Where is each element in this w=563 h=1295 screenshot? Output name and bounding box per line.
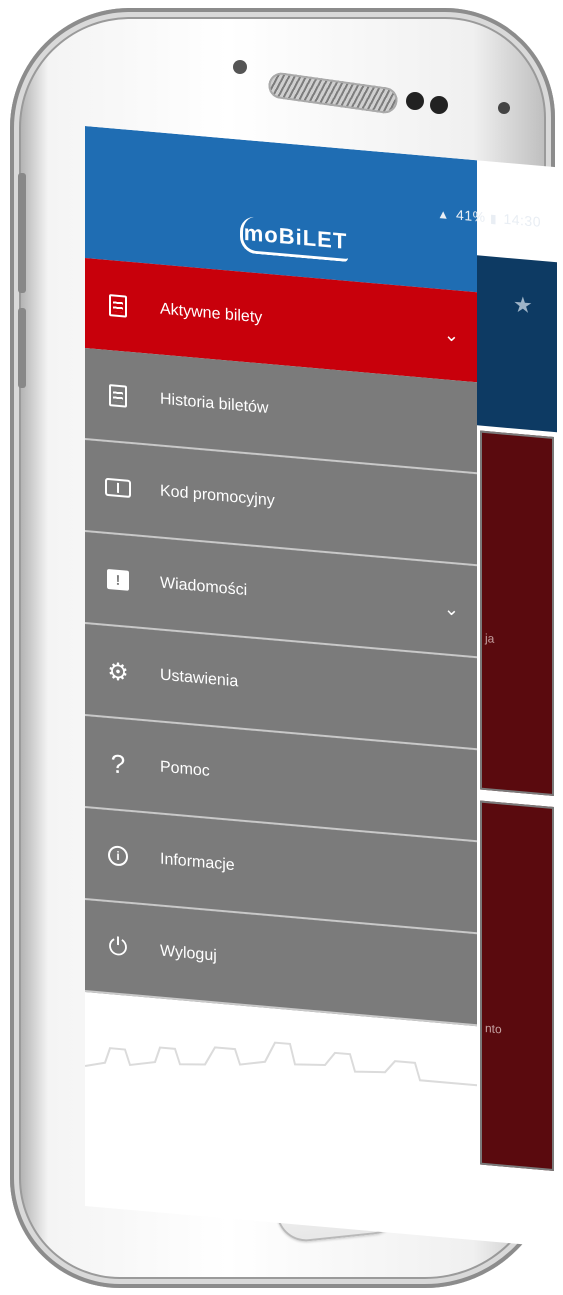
menu-item-label: Ustawienia <box>160 666 239 691</box>
proximity-sensor <box>430 96 448 114</box>
menu-item-label: Historia biletów <box>160 390 269 418</box>
power-icon: ⏻ <box>108 933 128 962</box>
drawer-menu: Aktywne bilety ⌄ Historia biletów Kod pr… <box>85 258 477 1027</box>
background-ticket-card <box>480 800 554 1172</box>
card-icon <box>103 472 133 505</box>
menu-item-label: Pomoc <box>160 758 210 780</box>
sensor-dot <box>233 60 247 74</box>
star-icon[interactable]: ★ <box>513 291 533 319</box>
gear-icon: ⚙ <box>107 657 129 687</box>
ticket-icon <box>103 290 133 323</box>
navigation-drawer: ▲ 41% ▮ 14:30 moBiLET Aktywne bilety ⌄ H… <box>85 126 541 1240</box>
power-button <box>18 308 26 388</box>
menu-item-label: Informacje <box>160 850 235 875</box>
question-icon: ? <box>110 747 126 780</box>
menu-item-label: Kod promocyjny <box>160 482 275 510</box>
background-ticket-card <box>480 430 554 797</box>
phone-device: ★ ja nto ▲ 41% ▮ 14:30 moBiLET Aktywne b… <box>10 8 557 1288</box>
earpiece-speaker <box>266 71 400 115</box>
ticket-icon <box>103 380 133 413</box>
clock: 14:30 <box>503 210 541 230</box>
led-indicator <box>498 102 510 114</box>
battery-icon: ▮ <box>489 211 498 227</box>
status-bar: ▲ 41% ▮ 14:30 <box>437 205 541 230</box>
volume-button <box>18 173 26 293</box>
signal-icon: ▲ <box>437 206 450 222</box>
city-skyline-illustration <box>85 1041 477 1087</box>
battery-level: 41% <box>456 206 486 226</box>
menu-item-label: Aktywne bilety <box>160 300 263 327</box>
chevron-down-icon[interactable]: ⌄ <box>444 324 459 346</box>
menu-item-label: Wiadomości <box>160 574 248 600</box>
background-text: nto <box>485 1020 502 1037</box>
message-icon: ! <box>103 564 133 597</box>
background-text: ja <box>485 630 495 646</box>
info-icon: i <box>103 840 133 873</box>
menu-item-label: Wyloguj <box>160 942 217 965</box>
app-header-background <box>477 255 557 433</box>
screen: ★ ja nto ▲ 41% ▮ 14:30 moBiLET Aktywne b… <box>85 126 557 1248</box>
app-logo: moBiLET <box>240 215 348 263</box>
front-camera <box>406 92 424 110</box>
chevron-down-icon[interactable]: ⌄ <box>444 598 459 620</box>
